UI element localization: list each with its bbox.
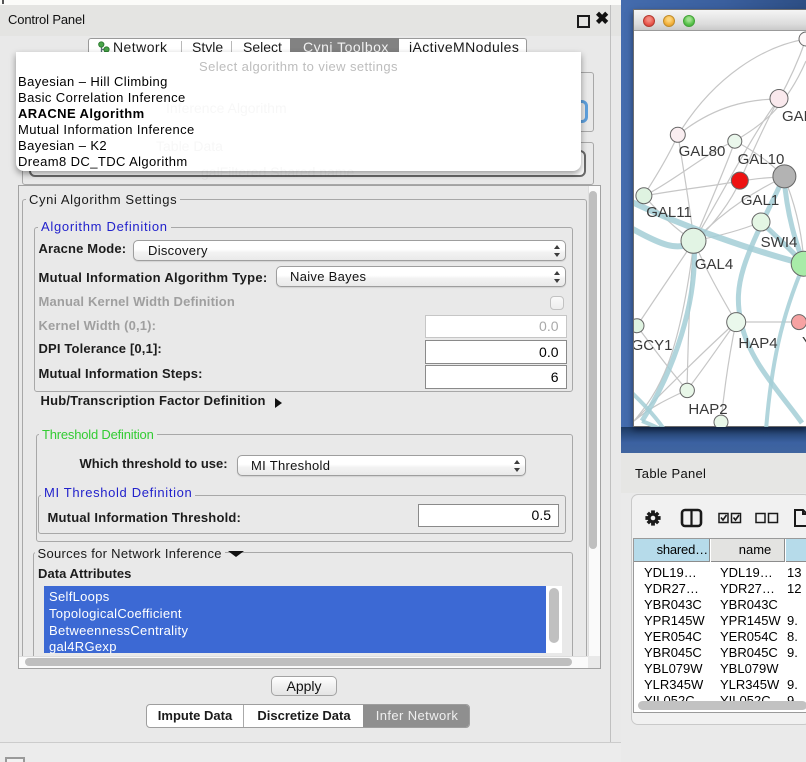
svg-text:HAP4: HAP4 xyxy=(738,335,777,352)
svg-text:GAL80: GAL80 xyxy=(679,143,726,160)
svg-text:GAL10: GAL10 xyxy=(738,151,785,168)
svg-text:Y: Y xyxy=(802,334,806,351)
svg-text:GAL1: GAL1 xyxy=(741,192,779,209)
svg-text:HAP2: HAP2 xyxy=(688,401,727,418)
svg-text:GAL11: GAL11 xyxy=(646,204,692,221)
svg-text:GCY1: GCY1 xyxy=(634,337,672,354)
svg-text:GAL: GAL xyxy=(782,108,806,125)
svg-text:SWI4: SWI4 xyxy=(761,234,798,251)
svg-text:GAL4: GAL4 xyxy=(695,256,733,273)
